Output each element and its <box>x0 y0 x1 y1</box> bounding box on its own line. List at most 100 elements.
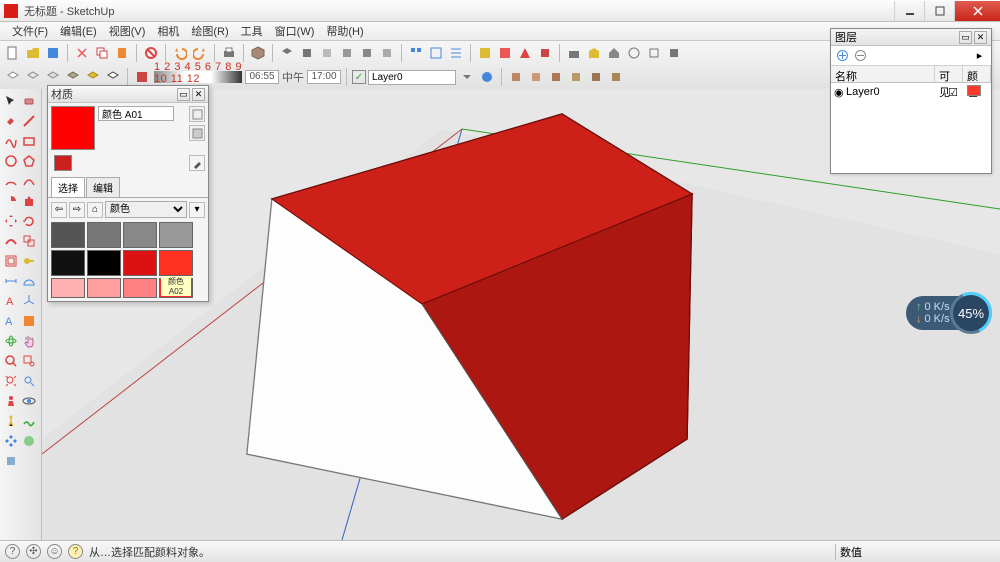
layers-close-button[interactable]: ✕ <box>974 31 987 44</box>
speed-widget[interactable]: ↑0 K/s ↓0 K/s 45% <box>906 292 992 334</box>
layers-menu-button[interactable]: ▸ <box>972 48 987 63</box>
swatch[interactable] <box>87 250 121 276</box>
move-tool-icon[interactable] <box>2 212 20 230</box>
mono-icon[interactable] <box>104 68 122 86</box>
xray-icon[interactable] <box>4 68 22 86</box>
menu-help[interactable]: 帮助(H) <box>320 21 369 41</box>
swatch[interactable] <box>123 222 157 248</box>
followme-tool-icon[interactable] <box>2 232 20 250</box>
open-icon[interactable] <box>24 44 42 62</box>
layers-add-button[interactable] <box>835 48 850 63</box>
rotate-tool-icon[interactable] <box>20 212 38 230</box>
maximize-button[interactable] <box>924 1 954 21</box>
materials-library-select[interactable]: 颜色 <box>105 201 187 218</box>
protractor-tool-icon[interactable] <box>20 272 38 290</box>
menu-draw[interactable]: 绘图(R) <box>185 21 234 41</box>
eraser-tool-icon[interactable] <box>20 92 38 110</box>
materials-close-button[interactable]: ✕ <box>192 88 205 101</box>
position-cam-icon[interactable] <box>2 392 20 410</box>
select-tool-icon[interactable] <box>2 92 20 110</box>
material-name-input[interactable] <box>98 106 174 121</box>
swatch[interactable] <box>159 222 193 248</box>
solid3-icon[interactable] <box>547 68 565 86</box>
swatch[interactable]: 颜色 A02 <box>159 278 193 298</box>
plugin2-icon[interactable] <box>20 432 38 450</box>
component-icon[interactable] <box>407 44 425 62</box>
status-user-button[interactable]: ☺ <box>47 544 62 559</box>
pie-tool-icon[interactable] <box>2 192 20 210</box>
layer-visible-check[interactable]: ☑ <box>939 86 967 99</box>
paint-tool-icon[interactable] <box>2 112 20 130</box>
polygon-tool-icon[interactable] <box>20 152 38 170</box>
solid4-icon[interactable] <box>567 68 585 86</box>
swatch[interactable] <box>123 250 157 276</box>
layer-check-icon[interactable]: ✓ <box>352 70 366 84</box>
layers-col-color[interactable]: 颜色 <box>963 66 991 82</box>
back-icon[interactable] <box>358 44 376 62</box>
solid1-icon[interactable] <box>507 68 525 86</box>
status-help-button[interactable]: ? <box>5 544 20 559</box>
warehouse-icon[interactable] <box>565 44 583 62</box>
arc-tool-icon[interactable] <box>2 172 20 190</box>
walk-icon[interactable] <box>2 412 20 430</box>
swatch[interactable] <box>51 278 85 298</box>
dim-tool-icon[interactable] <box>2 272 20 290</box>
swatch[interactable] <box>51 222 85 248</box>
swatch[interactable] <box>159 250 193 276</box>
zoom-window-icon[interactable] <box>20 352 38 370</box>
section-icon[interactable] <box>476 44 494 62</box>
zoom-tool-icon[interactable] <box>2 352 20 370</box>
section2-icon[interactable] <box>496 44 514 62</box>
text-tool-icon[interactable]: A <box>2 292 20 310</box>
axes-tool-icon[interactable] <box>20 292 38 310</box>
erase-icon[interactable] <box>142 44 160 62</box>
layer-color-swatch[interactable] <box>967 85 981 96</box>
section3-icon[interactable] <box>516 44 534 62</box>
orbit-tool-icon[interactable] <box>2 332 20 350</box>
solid2-icon[interactable] <box>527 68 545 86</box>
close-button[interactable] <box>954 1 1000 21</box>
menu-camera[interactable]: 相机 <box>151 21 185 41</box>
materials-back-button[interactable]: ⇦ <box>51 202 67 218</box>
copy-icon[interactable] <box>93 44 111 62</box>
outliner-icon[interactable] <box>447 44 465 62</box>
menu-window[interactable]: 窗口(W) <box>269 21 321 41</box>
scale-tool-icon[interactable] <box>20 232 38 250</box>
shadow-toggle-icon[interactable] <box>133 68 151 86</box>
material-default-button[interactable] <box>189 125 205 141</box>
solid6-icon[interactable] <box>607 68 625 86</box>
undo-icon[interactable] <box>171 44 189 62</box>
iso-icon[interactable] <box>278 44 296 62</box>
materials-pin-button[interactable]: ▭ <box>177 88 190 101</box>
zoom-extents-icon[interactable] <box>2 372 20 390</box>
tape-tool-icon[interactable] <box>20 252 38 270</box>
swatch[interactable] <box>87 278 121 298</box>
layer-dropdown-icon[interactable] <box>458 68 476 86</box>
top-icon[interactable] <box>298 44 316 62</box>
tex-icon[interactable] <box>84 68 102 86</box>
swatch[interactable] <box>51 250 85 276</box>
redo-icon[interactable] <box>191 44 209 62</box>
hidden-icon[interactable] <box>44 68 62 86</box>
layer-mgr-icon[interactable] <box>478 68 496 86</box>
sandbox-icon[interactable] <box>20 412 38 430</box>
layers-col-visible[interactable]: 可见 <box>935 66 963 82</box>
material-create-button[interactable] <box>189 106 205 122</box>
arc2-tool-icon[interactable] <box>20 172 38 190</box>
materials-tab-edit[interactable]: 编辑 <box>86 177 120 197</box>
plugin3-icon[interactable] <box>2 452 20 470</box>
ext2-icon[interactable] <box>665 44 683 62</box>
materials-menu-button[interactable]: ▾ <box>189 202 205 218</box>
layers-pin-button[interactable]: ▭ <box>959 31 972 44</box>
section-tool-icon[interactable] <box>20 312 38 330</box>
materials-tab-select[interactable]: 选择 <box>51 177 85 197</box>
menu-view[interactable]: 视图(V) <box>103 21 152 41</box>
layer-selector[interactable] <box>368 70 456 85</box>
left-icon[interactable] <box>378 44 396 62</box>
3dwh-icon[interactable] <box>585 44 603 62</box>
ext-icon[interactable] <box>645 44 663 62</box>
shaded-icon[interactable] <box>64 68 82 86</box>
swatch[interactable] <box>87 222 121 248</box>
offset-tool-icon[interactable] <box>2 252 20 270</box>
materials-home-button[interactable]: ⌂ <box>87 202 103 218</box>
